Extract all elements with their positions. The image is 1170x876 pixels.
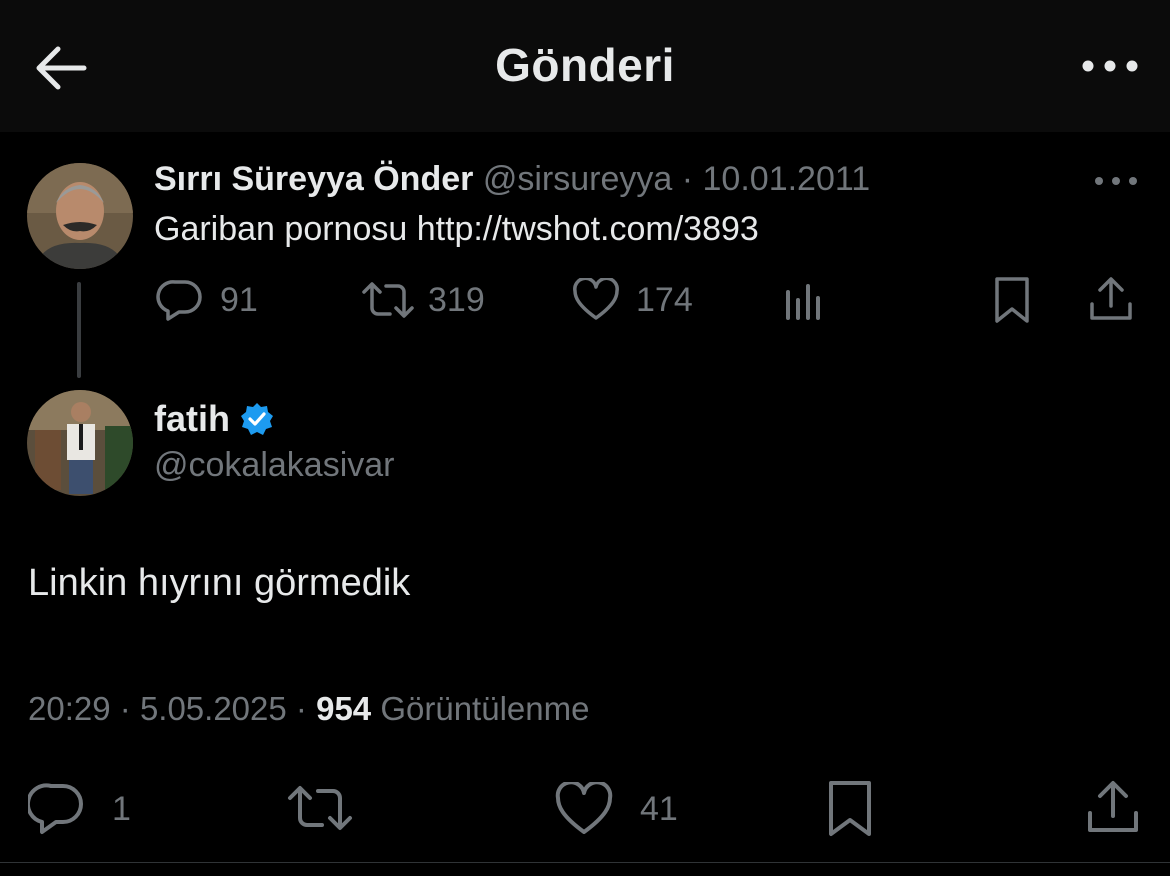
top-bar: Gönderi: [0, 0, 1170, 132]
views-label[interactable]: Görüntülenme: [380, 690, 589, 727]
reply-icon: [156, 280, 202, 321]
author-handle[interactable]: @cokalakasivar: [154, 446, 395, 485]
like-count: 174: [636, 280, 693, 319]
share-icon: [1088, 781, 1138, 832]
like-button[interactable]: 41: [554, 782, 678, 836]
views-count[interactable]: 954: [316, 690, 371, 727]
author-name-row: fatih: [154, 398, 274, 440]
separator: ·: [295, 690, 307, 727]
avatar-sirsureyya[interactable]: [27, 163, 133, 269]
parent-more-button[interactable]: [1092, 168, 1140, 194]
share-button[interactable]: [1086, 780, 1140, 834]
more-horizontal-icon: [1082, 60, 1138, 72]
heart-icon: [573, 278, 619, 320]
more-horizontal-icon: [1095, 177, 1137, 185]
author-name[interactable]: fatih: [154, 398, 230, 440]
tweet-date[interactable]: 10.01.2011: [703, 160, 871, 198]
share-icon: [1090, 277, 1132, 320]
divider: [0, 862, 1170, 863]
bookmark-button[interactable]: [826, 780, 874, 838]
retweet-count: 319: [428, 280, 485, 319]
bookmark-icon: [995, 277, 1029, 323]
verified-badge-icon[interactable]: [240, 402, 274, 436]
separator: ·: [119, 690, 131, 727]
reply-count: 1: [112, 789, 131, 828]
parent-tweet-text[interactable]: Gariban pornosu http://twshot.com/3893: [154, 210, 759, 249]
tweet-meta: 20:29 · 5.05.2025 · 954 Görüntülenme: [28, 690, 589, 728]
tweet-date[interactable]: 5.05.2025: [140, 690, 287, 727]
separator: ·: [681, 160, 694, 198]
page-title: Gönderi: [495, 39, 675, 91]
author-name[interactable]: Sırrı Süreyya Önder: [154, 160, 473, 198]
author-handle[interactable]: @sirsureyya: [483, 160, 672, 198]
reply-count: 91: [220, 280, 258, 319]
retweet-icon: [288, 786, 352, 830]
more-options-button[interactable]: [1080, 48, 1140, 84]
tweet-text: Linkin hıyrını görmedik: [28, 562, 411, 604]
reply-button[interactable]: 1: [28, 782, 131, 836]
bookmark-button[interactable]: [992, 276, 1032, 324]
retweet-button[interactable]: [286, 784, 354, 832]
tweet-time[interactable]: 20:29: [28, 690, 111, 727]
share-button[interactable]: [1088, 276, 1134, 322]
analytics-button[interactable]: [784, 282, 824, 320]
reply-icon: [28, 783, 83, 834]
bookmark-icon: [829, 781, 871, 836]
parent-tweet-header: Sırrı Süreyya Önder @sirsureyya · 10.01.…: [154, 160, 870, 199]
like-count: 41: [640, 789, 678, 828]
thread-line: [77, 282, 81, 378]
retweet-icon: [362, 282, 414, 318]
reply-button[interactable]: 91: [156, 278, 258, 322]
bar-chart-icon: [786, 284, 820, 320]
avatar-cokalakasivar[interactable]: [27, 390, 133, 496]
heart-icon: [555, 782, 613, 834]
like-button[interactable]: 174: [572, 278, 693, 322]
retweet-button[interactable]: 319: [360, 280, 485, 320]
